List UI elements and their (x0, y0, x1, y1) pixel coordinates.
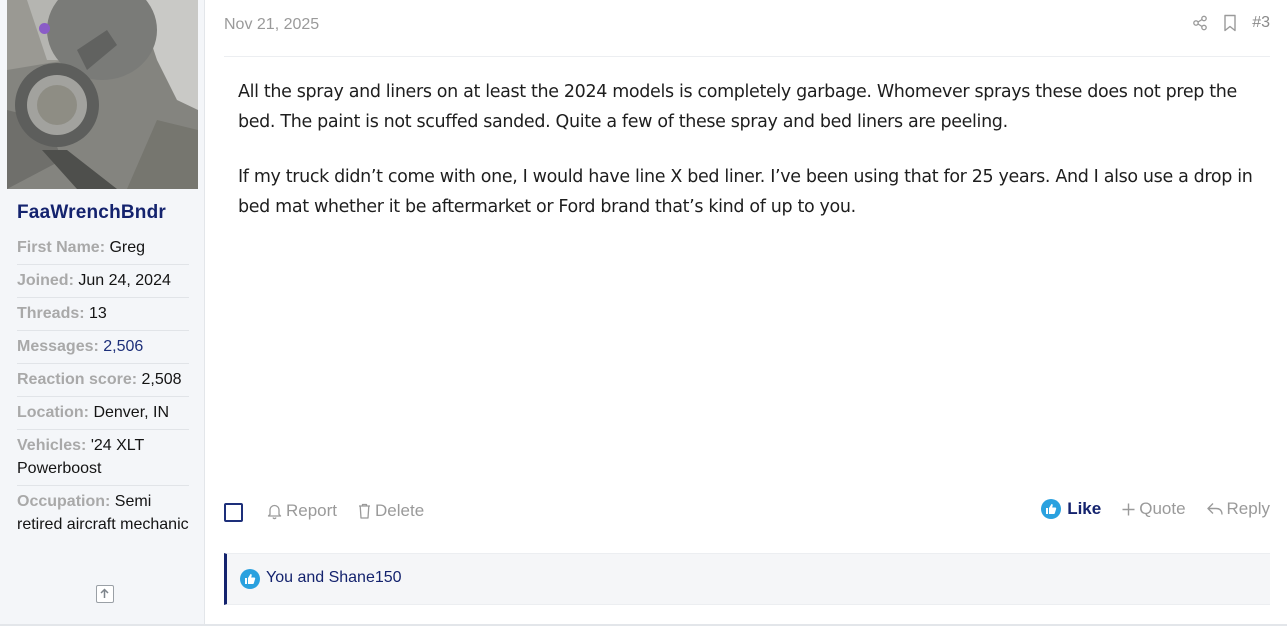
avatar[interactable] (7, 0, 198, 189)
reply-button[interactable]: Reply (1206, 499, 1270, 519)
bookmark-icon[interactable] (1222, 14, 1238, 32)
reply-arrow-icon (1206, 503, 1223, 515)
post-paragraph: If my truck didn’t come with one, I woul… (238, 167, 1253, 217)
share-icon[interactable] (1192, 15, 1208, 31)
post-action-bar: Report Delete Like Quote Reply (224, 497, 1270, 529)
trash-icon (359, 503, 371, 519)
info-key: Messages: (17, 338, 99, 355)
reactions-list-link[interactable]: You and Shane150 (266, 569, 402, 587)
post-date[interactable]: Nov 21, 2025 (224, 16, 319, 34)
avatar-image (7, 0, 198, 189)
info-key: First Name: (17, 239, 106, 256)
report-button[interactable]: Report (266, 501, 337, 521)
header-divider (224, 56, 1270, 57)
arrow-up-icon (100, 588, 109, 598)
reply-label: Reply (1226, 499, 1270, 518)
delete-button[interactable]: Delete (357, 501, 424, 521)
select-post-checkbox[interactable] (224, 503, 243, 522)
info-value: 13 (89, 305, 107, 322)
info-occupation: Occupation: Semi retired aircraft mechan… (17, 486, 189, 541)
quote-label: Quote (1139, 499, 1186, 518)
reactions-bar[interactable]: You and Shane150 (224, 553, 1270, 605)
thumbs-up-icon (240, 569, 260, 589)
forum-post: FaaWrenchBndr First Name: Greg Joined: J… (0, 0, 1287, 626)
post-main: Nov 21, 2025 #3 All the spray and liners… (206, 0, 1287, 624)
delete-label: Delete (375, 501, 425, 520)
like-label: Like (1067, 499, 1102, 518)
info-value: Greg (109, 239, 146, 256)
info-key: Threads: (17, 305, 85, 322)
info-key: Reaction score: (17, 371, 138, 388)
info-first-name: First Name: Greg (17, 232, 189, 265)
plus-icon (1122, 503, 1135, 515)
info-key: Occupation: (17, 493, 111, 510)
post-reaction-actions: Like Quote Reply (1041, 499, 1270, 519)
bell-icon (267, 504, 282, 520)
info-value: 2,508 (141, 371, 182, 388)
quote-button[interactable]: Quote (1121, 499, 1186, 519)
info-threads: Threads: 13 (17, 298, 189, 331)
user-info-list: First Name: Greg Joined: Jun 24, 2024 Th… (17, 232, 189, 541)
info-joined: Joined: Jun 24, 2024 (17, 265, 189, 298)
info-vehicles: Vehicles: '24 XLT Powerboost (17, 430, 189, 486)
user-sidebar: FaaWrenchBndr First Name: Greg Joined: J… (0, 0, 205, 624)
post-paragraph: All the spray and liners on at least the… (238, 82, 1237, 132)
post-body: All the spray and liners on at least the… (238, 78, 1273, 248)
messages-link[interactable]: 2,506 (103, 338, 143, 355)
report-label: Report (286, 501, 338, 520)
post-header-actions: #3 (1192, 14, 1270, 32)
username[interactable]: FaaWrenchBndr (17, 202, 166, 224)
like-button[interactable]: Like (1041, 499, 1101, 519)
info-key: Joined: (17, 272, 74, 289)
info-reaction-score: Reaction score: 2,508 (17, 364, 189, 397)
info-messages: Messages: 2,506 (17, 331, 189, 364)
info-key: Location: (17, 404, 89, 421)
info-value: Denver, IN (93, 404, 170, 421)
thumbs-up-icon (1041, 499, 1062, 519)
info-value: Jun 24, 2024 (78, 272, 171, 289)
info-key: Vehicles: (17, 437, 87, 454)
post-number-link[interactable]: #3 (1252, 14, 1270, 32)
moderation-actions: Report Delete (266, 501, 424, 521)
expand-toggle-button[interactable] (96, 585, 114, 603)
info-location: Location: Denver, IN (17, 397, 189, 430)
online-status-indicator (39, 23, 50, 34)
